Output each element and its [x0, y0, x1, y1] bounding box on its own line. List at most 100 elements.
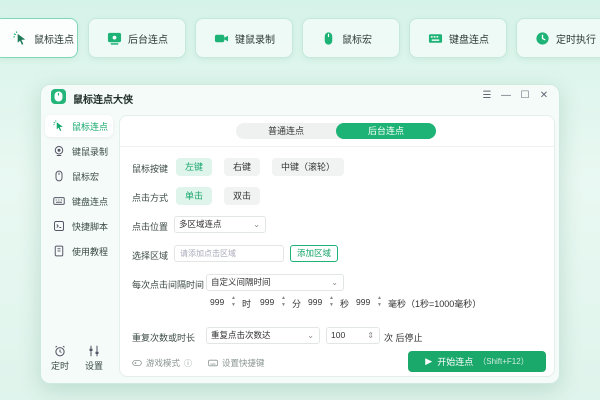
top-tab-mouse-macro[interactable]: 鼠标宏	[302, 18, 400, 58]
ms-stepper[interactable]: 999 ▲ ▼	[354, 294, 384, 310]
game-mode-toggle[interactable]: 游戏模式 ⓘ	[132, 357, 192, 369]
keyboard-icon	[208, 359, 218, 367]
gamepad-icon	[132, 360, 142, 366]
right-button-option[interactable]: 右键	[224, 158, 261, 176]
settings-button[interactable]: 设置	[85, 345, 103, 372]
timer-button[interactable]: 定时	[51, 345, 69, 372]
hours-unit: 时	[242, 299, 252, 309]
cursor-click-icon	[13, 30, 28, 46]
chevron-down-icon: ⌄	[331, 278, 338, 287]
top-tab-key-mouse-record[interactable]: 键鼠录制	[195, 18, 293, 58]
start-button-label: 开始连点	[437, 357, 474, 367]
ms-unit: 毫秒（1秒=1000毫秒）	[388, 299, 482, 309]
click-position-label: 点击位置	[132, 222, 169, 232]
top-tab-scheduled-run[interactable]: 定时执行	[516, 18, 600, 58]
sidebar-item-label: 快捷脚本	[72, 221, 109, 232]
top-tab-background-click[interactable]: 后台连点	[88, 18, 186, 58]
top-tab-label: 后台连点	[128, 34, 168, 46]
minutes-stepper[interactable]: 999 ▲ ▼	[258, 294, 288, 310]
top-tab-keyboard-click[interactable]: 键盘连点	[409, 18, 507, 58]
stepper-arrows-icon[interactable]: ▲ ▼	[329, 295, 334, 309]
interval-mode-value: 自定义间隔时间	[211, 277, 271, 287]
stepper-arrows-icon[interactable]: ▲ ▼	[377, 295, 382, 309]
single-click-option[interactable]: 单击	[176, 187, 213, 205]
stepper-arrows-icon[interactable]: ▲ ▼	[231, 295, 236, 309]
sidebar: 鼠标连点 键鼠录制 鼠标宏 键盘连点 快捷脚本 使用教程 定时 设置	[41, 113, 117, 383]
top-tab-label: 定时执行	[556, 34, 596, 46]
seconds-unit: 秒	[340, 299, 350, 309]
repeat-count-input[interactable]: 100 ⇕	[326, 327, 380, 344]
play-icon: ▶	[425, 356, 433, 366]
start-hotkey-hint: （Shift+F12）	[478, 357, 529, 366]
keyboard-icon	[53, 197, 65, 205]
settings-label: 设置	[85, 361, 104, 371]
tools-icon	[89, 345, 99, 357]
divider	[120, 146, 554, 147]
book-icon	[54, 245, 64, 257]
click-mode-label: 点击方式	[132, 193, 169, 203]
top-tab-label: 鼠标连点	[34, 34, 74, 46]
add-area-button[interactable]: 添加区域	[290, 245, 339, 262]
title-bar[interactable]: 鼠标连点大侠 ☰ — ☐ ✕	[41, 85, 559, 111]
sidebar-item-label: 鼠标连点	[72, 121, 109, 132]
double-click-option[interactable]: 双击	[224, 187, 261, 205]
top-tab-label: 键鼠录制	[235, 34, 275, 46]
hours-stepper[interactable]: 999 ▲ ▼	[208, 294, 238, 310]
middle-button-option[interactable]: 中键（滚轮）	[272, 158, 345, 176]
menu-icon[interactable]: ☰	[482, 90, 492, 101]
seconds-value: 999	[308, 297, 323, 307]
start-clicking-button[interactable]: ▶ 开始连点 （Shift+F12）	[408, 351, 546, 372]
sidebar-item-label: 键鼠录制	[72, 146, 109, 157]
chevron-down-icon: ⌄	[253, 220, 260, 229]
sidebar-item-label: 鼠标宏	[72, 171, 100, 182]
stepper-arrows-icon[interactable]: ⇕	[367, 328, 374, 343]
info-icon[interactable]: ⓘ	[184, 358, 192, 369]
top-tab-label: 鼠标宏	[342, 34, 372, 46]
repeat-mode-select[interactable]: 重复点击次数达 ⌄	[206, 327, 320, 344]
sidebar-item-mouse-click[interactable]: 鼠标连点	[45, 115, 113, 137]
sidebar-item-key-mouse-record[interactable]: 键鼠录制	[45, 140, 113, 162]
chevron-down-icon: ⌄	[307, 331, 314, 340]
game-mode-label: 游戏模式	[146, 358, 181, 368]
panel-footer: 游戏模式 ⓘ 设置快捷键 ▶ 开始连点 （Shift+F12）	[120, 348, 554, 378]
repeat-mode-value: 重复点击次数达	[211, 330, 271, 340]
click-position-select[interactable]: 多区域连点 ⌄	[174, 216, 266, 233]
seconds-stepper[interactable]: 999 ▲ ▼	[306, 294, 336, 310]
timer-label: 定时	[51, 361, 70, 371]
stepper-arrows-icon[interactable]: ▲ ▼	[281, 295, 286, 309]
minutes-value: 999	[260, 297, 275, 307]
alarm-clock-icon	[55, 345, 65, 357]
sidebar-item-label: 使用教程	[72, 246, 109, 257]
mouse-icon	[321, 31, 336, 46]
hotkey-setting-link[interactable]: 设置快捷键	[208, 357, 265, 369]
interval-label: 每次点击间隔时间	[132, 280, 205, 290]
monitor-icon	[107, 31, 122, 46]
clock-icon	[535, 31, 550, 46]
cursor-click-icon	[53, 120, 63, 131]
sidebar-item-label: 键盘连点	[72, 196, 109, 207]
repeat-label: 重复次数或时长	[132, 333, 196, 343]
app-logo-icon	[51, 89, 66, 104]
minimize-icon[interactable]: —	[501, 90, 511, 101]
sidebar-item-tutorial[interactable]: 使用教程	[45, 240, 113, 262]
close-icon[interactable]: ✕	[539, 90, 549, 101]
sidebar-item-mouse-macro[interactable]: 鼠标宏	[45, 165, 113, 187]
mouse-button-label: 鼠标按键	[132, 164, 169, 174]
video-camera-icon	[214, 31, 229, 46]
settings-panel: 普通连点 后台连点 鼠标按键 左键 右键 中键（滚轮） 点击方式 单击 双击 点…	[119, 115, 555, 377]
tab-background-click[interactable]: 后台连点	[336, 123, 436, 139]
select-area-label: 选择区域	[132, 251, 169, 261]
sidebar-item-quick-script[interactable]: 快捷脚本	[45, 215, 113, 237]
hotkey-setting-label: 设置快捷键	[222, 358, 265, 368]
app-window: 鼠标连点大侠 ☰ — ☐ ✕ 鼠标连点 键鼠录制 鼠标宏 键盘连点 快捷脚本 使…	[40, 84, 560, 384]
top-tab-label: 键盘连点	[449, 34, 489, 46]
maximize-icon[interactable]: ☐	[520, 90, 530, 101]
minutes-unit: 分	[292, 299, 302, 309]
mouse-icon	[55, 170, 63, 182]
sidebar-item-keyboard-click[interactable]: 键盘连点	[45, 190, 113, 212]
tab-normal-click[interactable]: 普通连点	[236, 123, 336, 139]
left-button-option[interactable]: 左键	[176, 158, 213, 176]
top-tab-mouse-click[interactable]: 鼠标连点	[0, 18, 78, 58]
area-input[interactable]: 请添加点击区域	[174, 245, 284, 262]
interval-mode-select[interactable]: 自定义间隔时间 ⌄	[206, 274, 344, 291]
